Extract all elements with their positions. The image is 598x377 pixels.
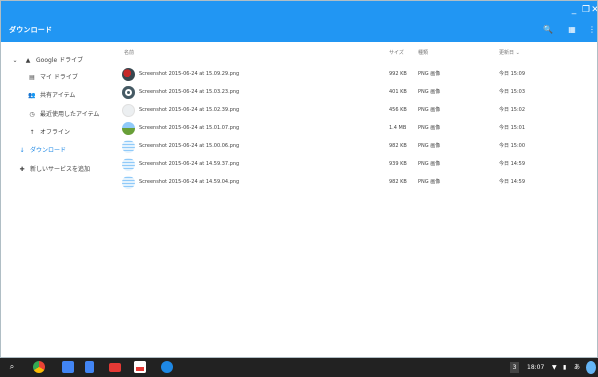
- chevron-down-icon[interactable]: ⌄: [10, 53, 20, 69]
- file-name: Screenshot 2015-06-24 at 15.00.06.png: [139, 143, 240, 149]
- sidebar-item-label: マイ ドライブ: [40, 74, 78, 81]
- title-bar: _ ❐ ✕ ダウンロード 🔍 ▦ ⋮: [1, 1, 597, 42]
- table-row[interactable]: Screenshot 2015-06-24 at 15.01.07.png 1.…: [113, 120, 597, 137]
- file-size: 456 KB: [389, 107, 407, 113]
- file-name: Screenshot 2015-06-24 at 15.03.23.png: [139, 89, 240, 95]
- sidebar: ⌄ ▲ Google ドライブ ▤ マイ ドライブ 👥 共有アイテム ◷ 最近使用したアイ…: [1, 42, 113, 357]
- file-size: 982 KB: [389, 179, 407, 185]
- table-row[interactable]: Screenshot 2015-06-24 at 14.59.04.png 98…: [113, 174, 597, 191]
- grid-view-icon[interactable]: ▦: [565, 23, 579, 37]
- clock[interactable]: 18:07: [527, 362, 544, 373]
- file-type: PNG 画像: [418, 89, 441, 95]
- files-app-window: _ ❐ ✕ ダウンロード 🔍 ▦ ⋮ ⌄ ▲ Google ドライブ ▤ マイ ドライ…: [0, 0, 598, 358]
- file-type: PNG 画像: [418, 179, 441, 185]
- close-button[interactable]: ✕: [591, 3, 597, 17]
- file-thumbnail: [122, 104, 135, 117]
- people-icon: 👥: [28, 92, 36, 99]
- sidebar-item-downloads[interactable]: ↓ ダウンロード: [1, 143, 113, 159]
- add-box-icon: ✚: [19, 166, 25, 173]
- search-icon[interactable]: 🔍: [541, 23, 555, 37]
- file-name: Screenshot 2015-06-24 at 14.59.04.png: [139, 179, 240, 185]
- ime-indicator[interactable]: あ: [574, 362, 580, 373]
- table-row[interactable]: Screenshot 2015-06-24 at 15.02.39.png 45…: [113, 102, 597, 119]
- file-list: 名前 サイズ 種類 更新日 ⌄ Screenshot 2015-06-24 at…: [113, 42, 597, 357]
- table-row[interactable]: Screenshot 2015-06-24 at 15.00.06.png 98…: [113, 138, 597, 155]
- file-type: PNG 画像: [418, 71, 441, 77]
- file-size: 992 KB: [389, 71, 407, 77]
- file-name: Screenshot 2015-06-24 at 15.09.29.png: [139, 71, 240, 77]
- sidebar-item-label: ダウンロード: [30, 147, 67, 154]
- column-header-name[interactable]: 名前: [124, 49, 134, 56]
- file-type: PNG 画像: [418, 161, 441, 167]
- column-header-modified[interactable]: 更新日 ⌄: [499, 49, 520, 56]
- files-app-icon[interactable]: [62, 361, 74, 373]
- file-thumbnail: [122, 176, 135, 189]
- file-type: PNG 画像: [418, 107, 441, 113]
- file-modified: 今日 15:09: [499, 71, 525, 77]
- youtube-icon[interactable]: [109, 363, 121, 372]
- sidebar-item-shared[interactable]: 👥 共有アイテム: [1, 88, 113, 104]
- more-menu-icon[interactable]: ⋮: [585, 23, 597, 37]
- sidebar-item-recent[interactable]: ◷ 最近使用したアイテム: [1, 107, 113, 123]
- pin-icon: ↑: [29, 129, 35, 136]
- download-icon: ↓: [19, 147, 25, 154]
- column-header-size[interactable]: サイズ: [389, 49, 404, 56]
- sidebar-item-label: 最近使用したアイテム: [40, 111, 100, 118]
- file-modified: 今日 14:59: [499, 179, 525, 185]
- avatar[interactable]: [586, 361, 596, 374]
- file-size: 1.4 MB: [389, 125, 407, 131]
- file-type: PNG 画像: [418, 125, 441, 131]
- file-thumbnail: [122, 140, 135, 153]
- file-modified: 今日 15:00: [499, 143, 525, 149]
- file-modified: 今日 14:59: [499, 161, 525, 167]
- file-thumbnail: [122, 86, 135, 99]
- gmail-icon[interactable]: [134, 361, 146, 373]
- drive-icon: ▲: [25, 57, 31, 64]
- file-modified: 今日 15:03: [499, 89, 525, 95]
- file-type: PNG 画像: [418, 143, 441, 149]
- battery-icon[interactable]: ▮: [563, 362, 566, 373]
- sidebar-item-label: 共有アイテム: [40, 92, 76, 99]
- chrome-icon[interactable]: [33, 361, 45, 373]
- file-thumbnail: [122, 68, 135, 81]
- sidebar-item-label: オフライン: [40, 129, 71, 136]
- sidebar-item-add-service[interactable]: ✚ 新しいサービスを追加: [1, 162, 113, 178]
- column-header-type[interactable]: 種類: [418, 49, 428, 56]
- window-title: ダウンロード: [9, 26, 53, 34]
- file-thumbnail: [122, 158, 135, 171]
- file-name: Screenshot 2015-06-24 at 15.01.07.png: [139, 125, 240, 131]
- folder-icon: ▤: [29, 74, 35, 81]
- sidebar-item-label: 新しいサービスを追加: [30, 166, 91, 173]
- file-modified: 今日 15:02: [499, 107, 525, 113]
- table-row[interactable]: Screenshot 2015-06-24 at 15.03.23.png 40…: [113, 84, 597, 101]
- sidebar-item-label: Google ドライブ: [36, 57, 84, 64]
- table-row[interactable]: Screenshot 2015-06-24 at 14.59.37.png 93…: [113, 156, 597, 173]
- clock-icon: ◷: [29, 111, 35, 118]
- file-name: Screenshot 2015-06-24 at 15.02.39.png: [139, 107, 240, 113]
- launcher-icon[interactable]: ⌕: [6, 361, 18, 373]
- notification-count-badge[interactable]: 3: [510, 362, 519, 373]
- docs-icon[interactable]: [85, 361, 94, 373]
- sidebar-item-google-drive[interactable]: ⌄ ▲ Google ドライブ: [1, 53, 113, 69]
- file-modified: 今日 15:01: [499, 125, 525, 131]
- file-size: 401 KB: [389, 89, 407, 95]
- file-size: 982 KB: [389, 143, 407, 149]
- table-row[interactable]: Screenshot 2015-06-24 at 15.09.29.png 99…: [113, 66, 597, 83]
- file-thumbnail: [122, 122, 135, 135]
- sidebar-item-my-drive[interactable]: ▤ マイ ドライブ: [1, 70, 113, 86]
- sidebar-item-offline[interactable]: ↑ オフライン: [1, 125, 113, 141]
- shelf: ⌕ 3 18:07 ▼ ▮ あ: [0, 358, 598, 377]
- hangouts-icon[interactable]: [161, 361, 173, 373]
- file-name: Screenshot 2015-06-24 at 14.59.37.png: [139, 161, 240, 167]
- wifi-icon[interactable]: ▼: [552, 362, 557, 373]
- file-size: 939 KB: [389, 161, 407, 167]
